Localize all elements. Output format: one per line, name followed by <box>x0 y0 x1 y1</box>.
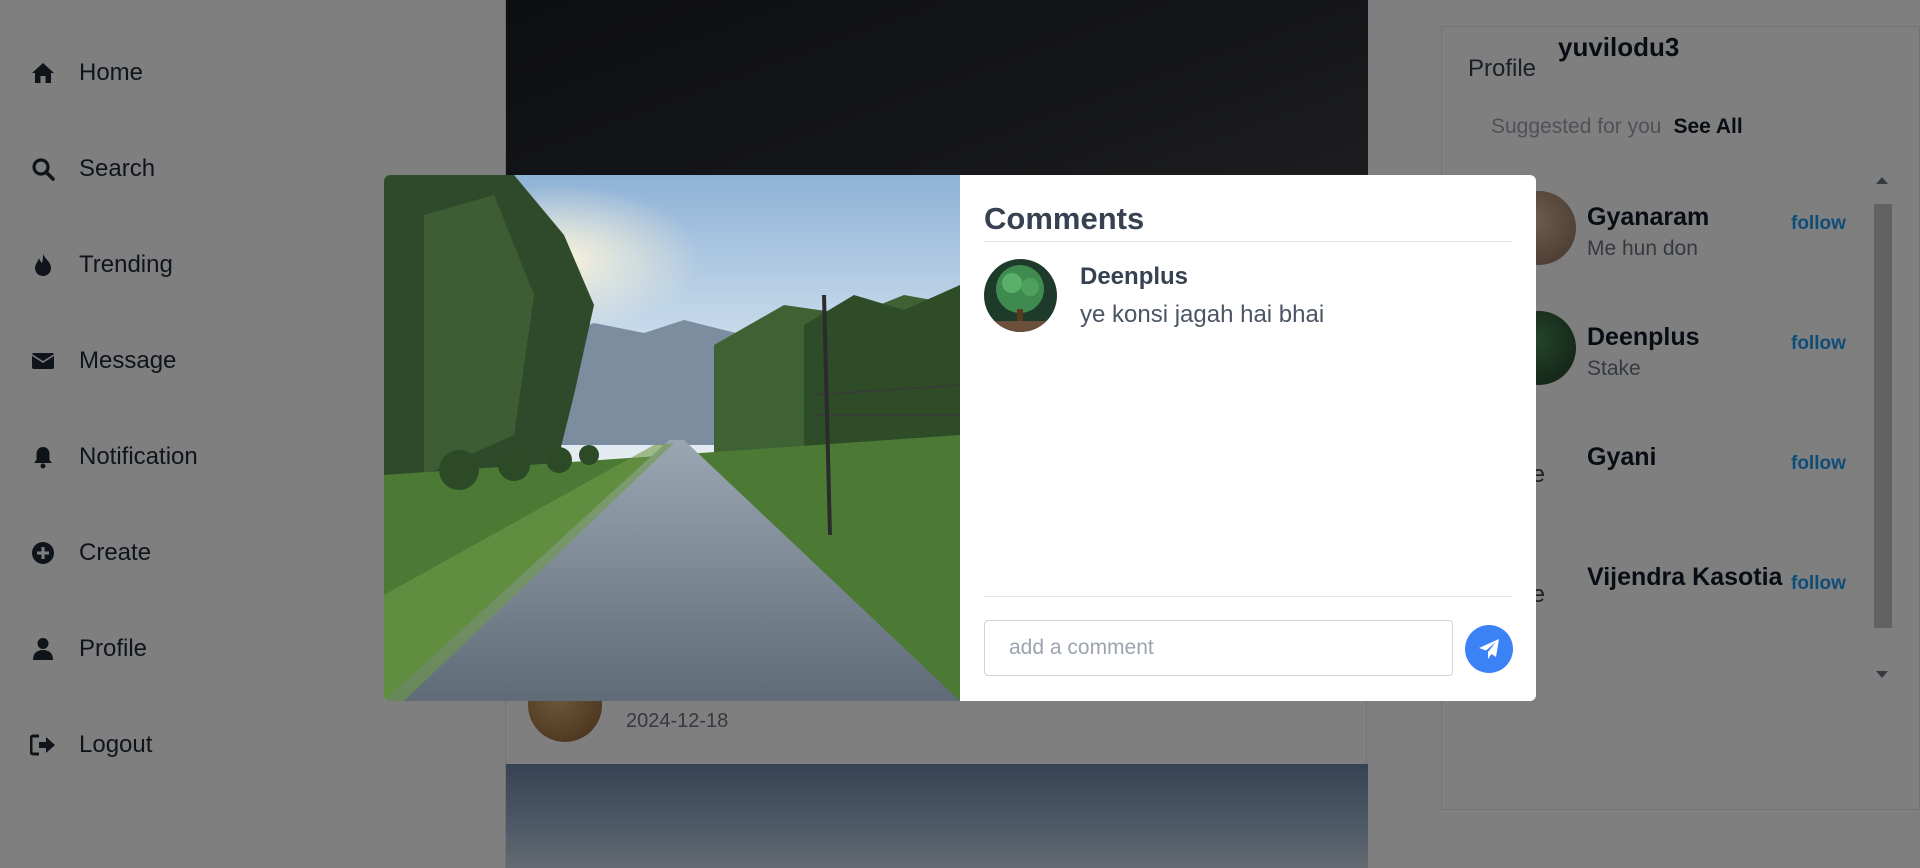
avatar[interactable] <box>984 259 1057 332</box>
divider <box>984 241 1512 242</box>
comments-title: Comments <box>984 201 1145 236</box>
comment-body: Deenplus ye konsi jagah hai bhai <box>1080 263 1324 332</box>
comment-item: Deenplus ye konsi jagah hai bhai <box>984 259 1324 332</box>
paper-plane-icon <box>1479 639 1499 659</box>
comment-username[interactable]: Deenplus <box>1080 263 1324 291</box>
send-comment-button[interactable] <box>1465 625 1513 673</box>
divider <box>984 596 1512 597</box>
comments-panel: Comments Deenplus ye konsi jagah hai bha… <box>960 175 1536 701</box>
comments-modal: Comments Deenplus ye konsi jagah hai bha… <box>384 175 1536 701</box>
post-image <box>384 175 960 701</box>
comment-text: ye konsi jagah hai bhai <box>1080 301 1325 328</box>
comment-input[interactable] <box>984 620 1453 676</box>
